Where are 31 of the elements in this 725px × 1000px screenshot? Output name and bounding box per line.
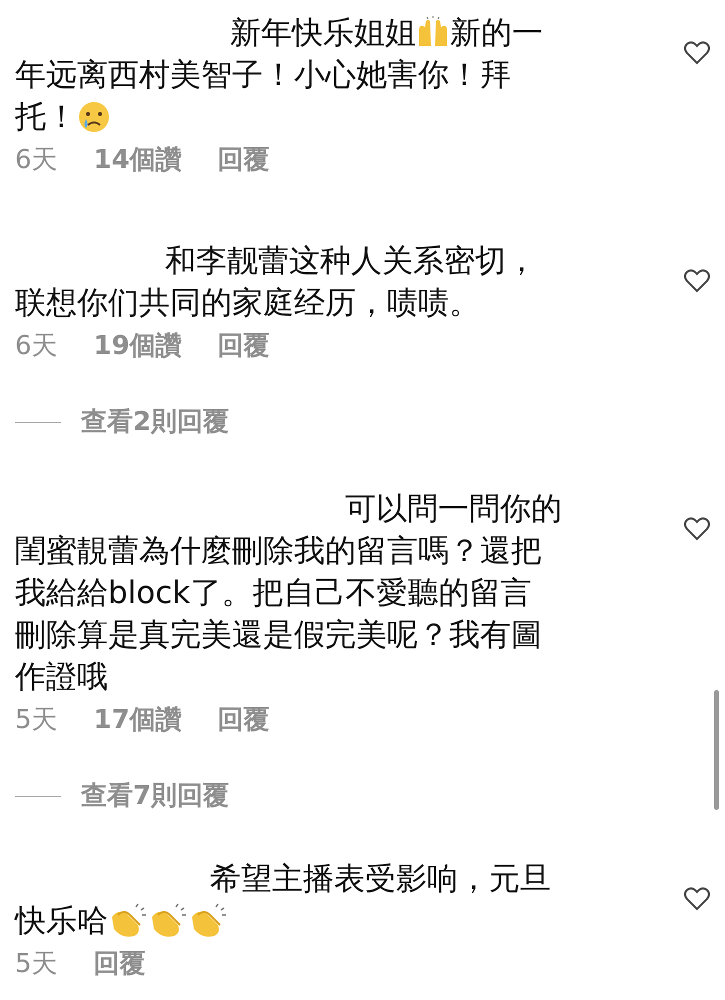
heart-icon[interactable] (683, 886, 711, 912)
comment-text: 希望主播表受影响，元旦 (210, 860, 551, 899)
comment-text: 刪除算是真完美還是假完美呢？我有圖 (15, 616, 542, 655)
comment-time: 5天 (15, 704, 58, 737)
heart-icon[interactable] (683, 268, 711, 294)
comment-text: 新年快乐姐姐 (230, 14, 416, 53)
reply-link[interactable]: 回覆 (94, 946, 146, 982)
reply-link[interactable]: 回覆 (218, 142, 270, 178)
comment-text: 可以問一問你的 (345, 490, 562, 529)
comment-text: 托！ (15, 98, 77, 137)
comment-text: 年远离西村美智子！小心她害你！拜 (15, 56, 511, 95)
crying-face-icon (77, 100, 111, 134)
comment-text: 和李靓蕾这种人关系密切， (165, 242, 537, 281)
comment-text: 快乐哈 (15, 902, 108, 941)
comment-time: 6天 (15, 144, 58, 177)
heart-icon[interactable] (683, 40, 711, 66)
comment-text: 新的一 (450, 14, 543, 53)
heart-icon[interactable] (683, 516, 711, 542)
reply-link[interactable]: 回覆 (218, 702, 270, 738)
view-replies-link[interactable]: 查看7則回覆 (81, 778, 230, 814)
reply-link[interactable]: 回覆 (218, 328, 270, 364)
view-replies-link[interactable]: 查看2則回覆 (81, 404, 230, 440)
comment-text: 閨蜜靚蕾為什麼刪除我的留言嗎？還把 (15, 532, 542, 571)
comment-time: 6天 (15, 330, 58, 363)
like-count[interactable]: 14個讚 (94, 142, 182, 178)
comment-text: 我給給block了。把自己不愛聽的留言 (15, 574, 532, 613)
comment-time: 5天 (15, 948, 58, 981)
like-count[interactable]: 19個讚 (94, 328, 182, 364)
comment-text: 联想你们共同的家庭经历，啧啧。 (15, 284, 480, 323)
like-count[interactable]: 17個讚 (94, 702, 182, 738)
comment-text: 作證哦 (15, 658, 108, 697)
